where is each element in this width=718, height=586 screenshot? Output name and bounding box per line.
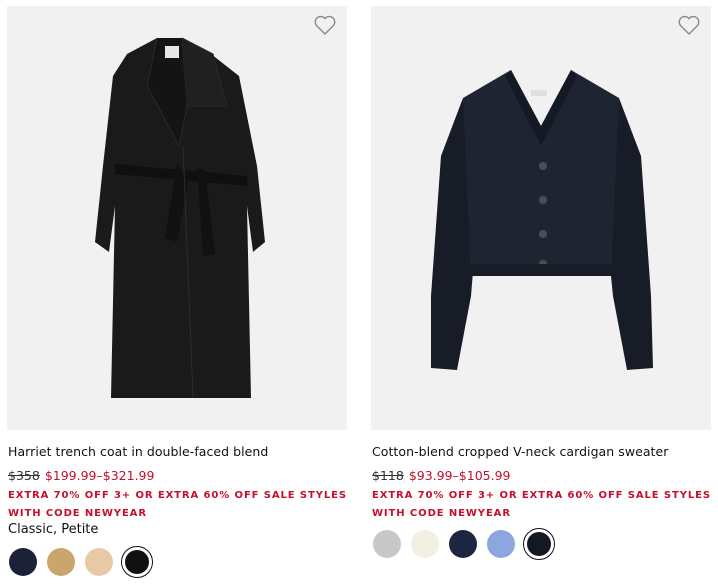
sale-price: $93.99–$105.99 bbox=[408, 468, 511, 483]
heart-outline-icon[interactable] bbox=[677, 14, 701, 36]
fit-options: Classic, Petite bbox=[8, 522, 99, 537]
color-swatch[interactable] bbox=[371, 528, 403, 560]
color-swatch[interactable] bbox=[447, 528, 479, 560]
price-row: $358 $199.99–$321.99 bbox=[8, 468, 154, 483]
price-row: $118 $93.99–$105.99 bbox=[372, 468, 511, 483]
original-price: $358 bbox=[8, 468, 40, 483]
product-image[interactable] bbox=[7, 6, 347, 430]
color-swatch[interactable] bbox=[485, 528, 517, 560]
color-swatch[interactable] bbox=[83, 546, 115, 578]
color-swatch-selected[interactable] bbox=[523, 528, 555, 560]
color-swatches bbox=[371, 528, 555, 560]
sale-price: $199.99–$321.99 bbox=[44, 468, 155, 483]
cardigan-image bbox=[431, 70, 653, 370]
product-name[interactable]: Harriet trench coat in double-faced blen… bbox=[8, 444, 268, 459]
product-card-trench-coat[interactable]: Harriet trench coat in double-faced blen… bbox=[7, 0, 347, 578]
promo-text: EXTRA 70% OFF 3+ OR EXTRA 60% OFF SALE S… bbox=[8, 490, 347, 519]
color-swatch[interactable] bbox=[45, 546, 77, 578]
heart-outline-icon[interactable] bbox=[313, 14, 337, 36]
color-swatch[interactable] bbox=[409, 528, 441, 560]
color-swatch[interactable] bbox=[7, 546, 39, 578]
trench-coat-image bbox=[95, 37, 265, 399]
color-swatches bbox=[7, 546, 153, 578]
promo-text: EXTRA 70% OFF 3+ OR EXTRA 60% OFF SALE S… bbox=[372, 490, 711, 519]
product-image[interactable] bbox=[371, 6, 711, 430]
original-price: $118 bbox=[372, 468, 404, 483]
color-swatch-selected[interactable] bbox=[121, 546, 153, 578]
product-name[interactable]: Cotton-blend cropped V-neck cardigan swe… bbox=[372, 444, 668, 459]
product-card-cardigan[interactable]: Cotton-blend cropped V-neck cardigan swe… bbox=[371, 0, 711, 560]
